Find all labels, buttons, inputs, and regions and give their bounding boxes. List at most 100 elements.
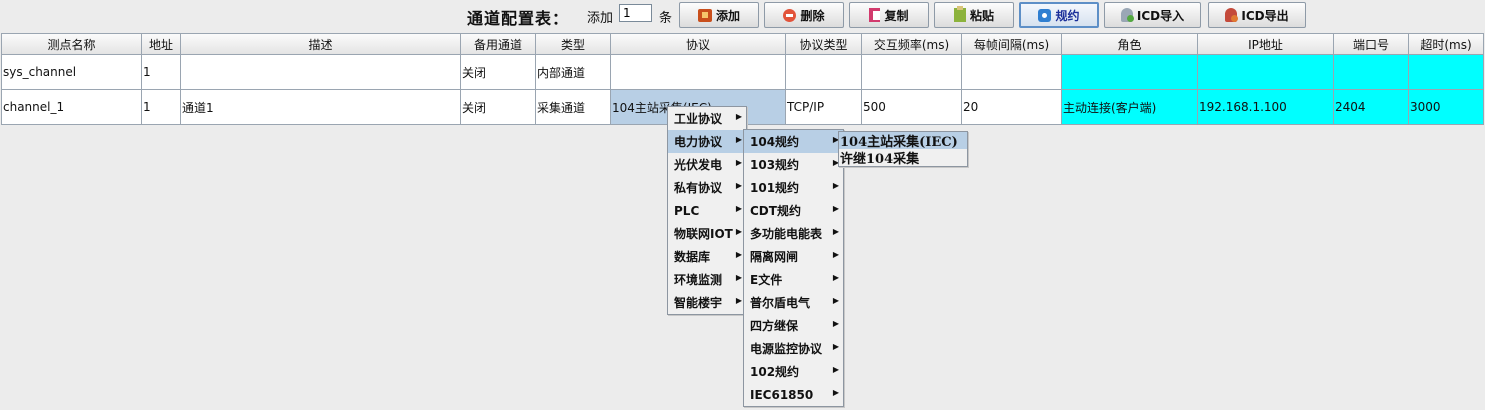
table-cell[interactable] <box>1409 55 1484 90</box>
menu-item-iot[interactable]: 物联网IOT ▶ <box>668 222 746 245</box>
menu-item-label: 电力协议 <box>674 135 723 149</box>
table-cell[interactable] <box>611 55 786 90</box>
column-header[interactable]: 协议类型 <box>786 33 862 55</box>
table-cell[interactable]: 主动连接(客户端) <box>1062 90 1198 125</box>
table-cell[interactable]: 20 <box>962 90 1062 125</box>
table-cell[interactable]: 采集通道 <box>536 90 611 125</box>
menu-item-cdt[interactable]: CDT规约 ▶ <box>744 199 843 222</box>
column-header[interactable]: 协议 <box>611 33 786 55</box>
table-cell[interactable]: 3000 <box>1409 90 1484 125</box>
menu-item-104[interactable]: 104规约 ▶ <box>744 130 843 153</box>
menu-item-label: E文件 <box>750 273 783 287</box>
gear-icon <box>1038 8 1052 22</box>
menu-item-103[interactable]: 103规约 ▶ <box>744 153 843 176</box>
menu-item-label: 隔离网闸 <box>750 250 799 264</box>
menu-item-e-file[interactable]: E文件 ▶ <box>744 268 843 291</box>
menu-item-102[interactable]: 102规约 ▶ <box>744 360 843 383</box>
table-cell[interactable]: 2404 <box>1334 90 1409 125</box>
add-count-input[interactable] <box>619 4 652 22</box>
column-header[interactable]: 每帧间隔(ms) <box>962 33 1062 55</box>
menu-item-private[interactable]: 私有协议 ▶ <box>668 176 746 199</box>
table-cell[interactable] <box>786 55 862 90</box>
menu-item-sifang[interactable]: 四方继保 ▶ <box>744 314 843 337</box>
protocol-category-menu: 工业协议 ▶ 电力协议 ▶ 光伏发电 ▶ 私有协议 ▶ PLC ▶ 物联网IOT ▶ 数据库… <box>667 106 747 315</box>
menu-item-power-monitor[interactable]: 电源监控协议 ▶ <box>744 337 843 360</box>
menu-item-label: 数据库 <box>674 250 711 264</box>
add-button-label: 添加 <box>715 8 740 23</box>
table-cell[interactable]: 500 <box>862 90 962 125</box>
menu-item-environment[interactable]: 环境监测 ▶ <box>668 268 746 291</box>
menu-item-industrial[interactable]: 工业协议 ▶ <box>668 107 746 130</box>
delete-button[interactable]: 删除 <box>764 2 844 28</box>
menu-item-smart-building[interactable]: 智能楼宇 ▶ <box>668 291 746 314</box>
icd-export-button[interactable]: ICD导出 <box>1208 2 1306 28</box>
menu-item-plc[interactable]: PLC ▶ <box>668 199 746 222</box>
table-cell[interactable] <box>1198 55 1334 90</box>
menu-item-photovoltaic[interactable]: 光伏发电 ▶ <box>668 153 746 176</box>
power-protocol-menu: 104规约 ▶ 103规约 ▶ 101规约 ▶ CDT规约 ▶ 多功能电能表 ▶ 隔离网闸… <box>743 129 844 407</box>
toolbar: 通道配置表： 添加 条 添加 删除 复制 粘贴 规约 ICD导入 ICD导出 <box>0 0 1485 31</box>
chevron-right-icon: ▶ <box>832 181 839 190</box>
table-cell[interactable]: 1 <box>142 90 181 125</box>
rule-button[interactable]: 规约 <box>1019 2 1099 28</box>
copy-icon <box>869 8 881 22</box>
table-cell[interactable] <box>181 55 461 90</box>
column-header[interactable]: 角色 <box>1062 33 1198 55</box>
menu-item-multifunction-meter[interactable]: 多功能电能表 ▶ <box>744 222 843 245</box>
menu-item-puerdun[interactable]: 普尔盾电气 ▶ <box>744 291 843 314</box>
table-cell[interactable]: 192.168.1.100 <box>1198 90 1334 125</box>
table-cell[interactable]: channel_1 <box>1 90 142 125</box>
menu-item-label: 四方继保 <box>750 319 799 333</box>
menu-item-label: 多功能电能表 <box>750 227 823 241</box>
table-cell[interactable]: 关闭 <box>461 55 536 90</box>
chevron-right-icon: ▶ <box>735 181 742 190</box>
menu-item-xuji-104[interactable]: 许继104采集 <box>839 149 967 167</box>
copy-button[interactable]: 复制 <box>849 2 929 28</box>
add-button[interactable]: 添加 <box>679 2 759 28</box>
icd-import-button[interactable]: ICD导入 <box>1104 2 1201 28</box>
table-cell[interactable]: 通道1 <box>181 90 461 125</box>
column-header[interactable]: 备用通道 <box>461 33 536 55</box>
table-cell[interactable] <box>1334 55 1409 90</box>
database-export-icon <box>1225 8 1239 22</box>
column-header[interactable]: IP地址 <box>1198 33 1334 55</box>
table-cell[interactable] <box>962 55 1062 90</box>
table-cell[interactable] <box>862 55 962 90</box>
column-header[interactable]: 超时(ms) <box>1409 33 1484 55</box>
menu-item-104-master-iec[interactable]: 104主站采集(IEC) <box>839 132 967 150</box>
chevron-right-icon: ▶ <box>832 388 839 397</box>
table-row[interactable]: sys_channel 1 关闭 内部通道 <box>1 55 1484 90</box>
chevron-right-icon: ▶ <box>832 319 839 328</box>
chevron-right-icon: ▶ <box>832 296 839 305</box>
menu-item-isolation-gateway[interactable]: 隔离网闸 ▶ <box>744 245 843 268</box>
chevron-right-icon: ▶ <box>832 365 839 374</box>
column-header[interactable]: 描述 <box>181 33 461 55</box>
menu-item-power[interactable]: 电力协议 ▶ <box>668 130 746 153</box>
menu-item-label: PLC <box>674 203 700 218</box>
menu-item-database[interactable]: 数据库 ▶ <box>668 245 746 268</box>
column-header[interactable]: 测点名称 <box>1 33 142 55</box>
column-header[interactable]: 交互频率(ms) <box>862 33 962 55</box>
table-cell[interactable]: 关闭 <box>461 90 536 125</box>
table-cell[interactable]: sys_channel <box>1 55 142 90</box>
table-cell[interactable]: 1 <box>142 55 181 90</box>
menu-item-101[interactable]: 101规约 ▶ <box>744 176 843 199</box>
chevron-right-icon: ▶ <box>832 227 839 236</box>
chevron-right-icon: ▶ <box>735 227 742 236</box>
paste-button[interactable]: 粘贴 <box>934 2 1014 28</box>
icd-import-button-label: ICD导入 <box>1136 8 1185 23</box>
menu-item-label: CDT规约 <box>750 204 801 218</box>
table-cell[interactable]: TCP/IP <box>786 90 862 125</box>
chevron-right-icon: ▶ <box>832 250 839 259</box>
table-cell[interactable] <box>1062 55 1198 90</box>
column-header[interactable]: 类型 <box>536 33 611 55</box>
column-header[interactable]: 地址 <box>142 33 181 55</box>
chevron-right-icon: ▶ <box>735 296 742 305</box>
menu-item-iec61850[interactable]: IEC61850 ▶ <box>744 383 843 406</box>
column-header[interactable]: 端口号 <box>1334 33 1409 55</box>
table-cell[interactable]: 内部通道 <box>536 55 611 90</box>
menu-item-label: 103规约 <box>750 158 800 172</box>
menu-item-label: 普尔盾电气 <box>750 296 811 310</box>
menu-item-label: 私有协议 <box>674 181 723 195</box>
menu-item-label: 101规约 <box>750 181 800 195</box>
